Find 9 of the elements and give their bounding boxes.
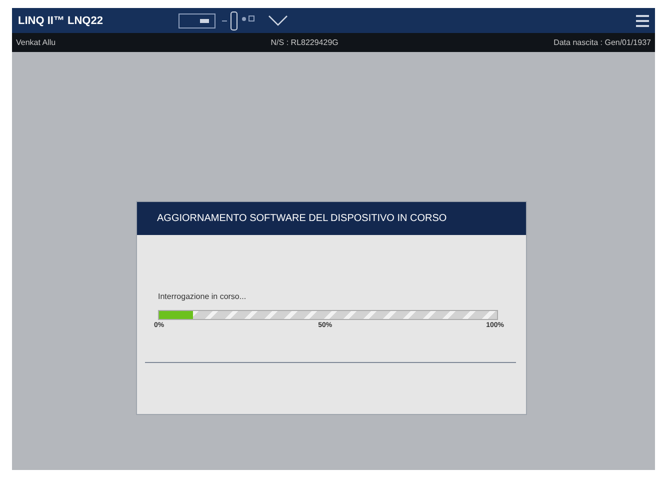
- birth-date: Data nascita : Gen/01/1937: [554, 38, 651, 47]
- app-title: LINQ II™ LNQ22: [18, 14, 104, 26]
- menu-icon[interactable]: [636, 14, 649, 26]
- status-text: Interrogazione in corso...: [158, 292, 248, 301]
- battery-icon: [178, 12, 216, 28]
- patient-name: Venkat Allu: [16, 38, 56, 47]
- dialog-title: AGGIORNAMENTO SOFTWARE DEL DISPOSITIVO IN CORSO: [137, 202, 526, 235]
- chevron-down-icon[interactable]: [268, 14, 288, 26]
- serial-number: N/S : RL8229429G: [270, 38, 338, 47]
